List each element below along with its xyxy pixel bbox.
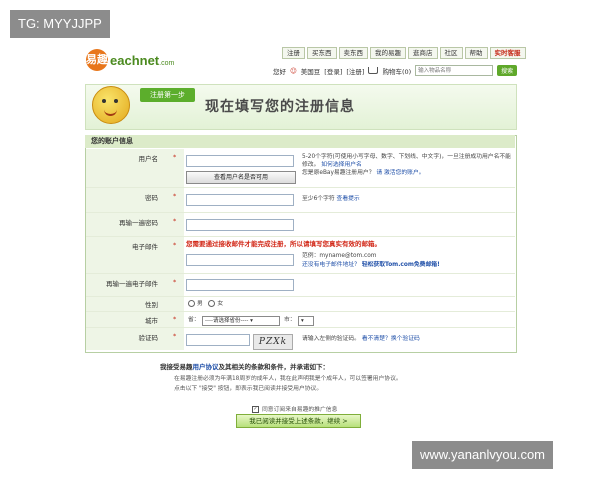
top-navigation: 注册 买东西 卖东西 我的易趣 逛商店 社区 帮助 实时客服 xyxy=(282,47,526,59)
how-to-choose-link[interactable]: 如何选择用户名 xyxy=(321,162,362,168)
gender-row: 性别 xyxy=(86,297,515,312)
nav-community[interactable]: 社区 xyxy=(439,47,463,59)
nav-live-support[interactable]: 实时客服 xyxy=(489,47,526,59)
password-confirm-input[interactable] xyxy=(186,219,294,231)
activate-account-link[interactable]: 请 激活您的账户。 xyxy=(376,170,424,176)
password-row: 密码 * xyxy=(86,188,515,213)
gender-label: 性别 xyxy=(145,301,158,309)
password-label: 密码 xyxy=(145,194,158,202)
province-label: 省： xyxy=(188,317,200,323)
check-username-button[interactable]: 查看用户名是否可用 xyxy=(186,171,296,184)
agreement-title: 我接受易趣用户协议及其相关的条款和条件，并承诺如下： xyxy=(160,363,329,371)
captcha-input[interactable] xyxy=(186,334,250,346)
captcha-image: PZXk xyxy=(253,334,293,350)
male-radio[interactable] xyxy=(188,300,195,307)
accept-continue-button[interactable]: 我已阅读并接受上述条款，继续 > xyxy=(236,414,361,428)
required-mark: * xyxy=(173,153,177,161)
username-hint: 5-20个字符(可使用小写字母、数字、下划线、中文字)，一旦注册成功用户名不能修… xyxy=(302,154,511,176)
subscribe-checkbox[interactable]: ✓ xyxy=(252,406,259,413)
email-help: 还没有电子邮件地址？ 轻松获取Tom.com免费邮箱! xyxy=(302,261,512,269)
required-mark: * xyxy=(173,315,177,323)
watermark-bottom-right: www.yananlvyou.com xyxy=(412,441,553,469)
password-hint: 至少6个字符 查看提示 xyxy=(302,196,360,202)
login-link[interactable]: [登录] xyxy=(324,66,342,76)
email-label: 电子邮件 xyxy=(132,243,158,251)
captcha-label: 验证码 xyxy=(138,334,159,342)
free-email-link[interactable]: 轻松获取Tom.com免费邮箱! xyxy=(362,262,440,268)
agreement-line-2: 点击以下 "接受" 按钮，即表示我已阅读并接受用户协议。 xyxy=(174,386,323,392)
email-confirm-input[interactable] xyxy=(186,279,294,291)
user-agreement-link[interactable]: 用户协议 xyxy=(193,363,219,371)
required-mark: * xyxy=(173,332,177,340)
eachnet-logo[interactable]: 易趣 eachnet.com xyxy=(86,47,206,75)
user-name: 美国豆 xyxy=(300,67,321,76)
required-mark: * xyxy=(173,241,177,249)
password-confirm-row: 再输一遍密码 * xyxy=(86,213,515,237)
email-example: 范例：myname@tom.com xyxy=(302,253,377,259)
password-input[interactable] xyxy=(186,194,294,206)
password-confirm-label: 再输一遍密码 xyxy=(119,219,158,227)
email-error: 您需要通过接收邮件才能完成注册，所以请填写您真实有效的邮箱。 xyxy=(186,240,381,248)
female-radio[interactable] xyxy=(208,300,216,307)
watermark-top-left: TG: MYYJJPP xyxy=(10,10,110,38)
nav-buy[interactable]: 买东西 xyxy=(307,47,337,59)
male-label: 男 xyxy=(197,301,203,307)
required-mark: * xyxy=(173,278,177,286)
username-input[interactable] xyxy=(186,155,294,167)
step-label: 注册第一步 xyxy=(140,88,195,102)
mascot-icon xyxy=(92,86,130,124)
subscribe-label: 同意订阅来自易趣的推广信息 xyxy=(262,407,338,413)
logo-mark: 易趣 xyxy=(86,49,108,71)
city-select-label: 市： xyxy=(284,317,296,323)
captcha-row: 验证码 * xyxy=(86,328,515,350)
city-select[interactable]: ▾ xyxy=(298,316,314,326)
required-mark: * xyxy=(173,217,177,225)
gender-options: 男 女 xyxy=(188,300,223,308)
password-tips-link[interactable]: 查看提示 xyxy=(337,196,360,202)
greeting: 您好 xyxy=(273,67,286,76)
nav-my-eachnet[interactable]: 我的易趣 xyxy=(370,47,406,59)
email-input[interactable] xyxy=(186,254,294,266)
agreement-line-1: 在易趣注册必须为年满18周岁的成年人，我在此声明我是个成年人，可以签署用户协议。 xyxy=(174,376,402,382)
nav-help[interactable]: 帮助 xyxy=(464,47,488,59)
cart-link[interactable]: 购物车(0) xyxy=(382,66,411,76)
captcha-hint: 请输入左侧的验证码。 看不清楚？换个验证码 xyxy=(302,336,420,342)
search-button[interactable]: 搜索 xyxy=(497,65,518,76)
city-label: 城市 xyxy=(145,317,158,325)
logo-word: eachnet.com xyxy=(110,53,175,68)
cart-icon xyxy=(368,67,379,74)
nav-sell[interactable]: 卖东西 xyxy=(338,47,368,59)
refresh-captcha-link[interactable]: 看不清楚？换个验证码 xyxy=(362,336,420,342)
search-input[interactable] xyxy=(415,65,494,76)
required-mark: * xyxy=(173,192,177,200)
subscribe-option: ✓ 同意订阅来自易趣的推广信息 xyxy=(252,404,337,413)
female-label: 女 xyxy=(217,301,224,307)
nav-shops[interactable]: 逛商店 xyxy=(408,47,438,59)
form-section-title: 您的账户信息 xyxy=(85,135,515,148)
username-label: 用户名 xyxy=(138,155,159,163)
email-confirm-row: 再输一遍电子邮件 * xyxy=(86,274,515,297)
no-email-link[interactable]: 还没有电子邮件地址？ xyxy=(302,262,360,268)
province-select[interactable]: ----请选择省份---- ▾ xyxy=(202,316,280,326)
user-icon: ☺ xyxy=(290,66,297,75)
email-confirm-label: 再输一遍电子邮件 xyxy=(106,280,158,288)
nav-register[interactable]: 注册 xyxy=(282,47,305,59)
page-title: 现在填写您的注册信息 xyxy=(205,99,355,115)
user-bar: 您好 ☺ 美国豆 [登录] [注册] 购物车(0) 搜索 xyxy=(273,65,518,76)
register-link[interactable]: [注册] xyxy=(346,66,364,76)
